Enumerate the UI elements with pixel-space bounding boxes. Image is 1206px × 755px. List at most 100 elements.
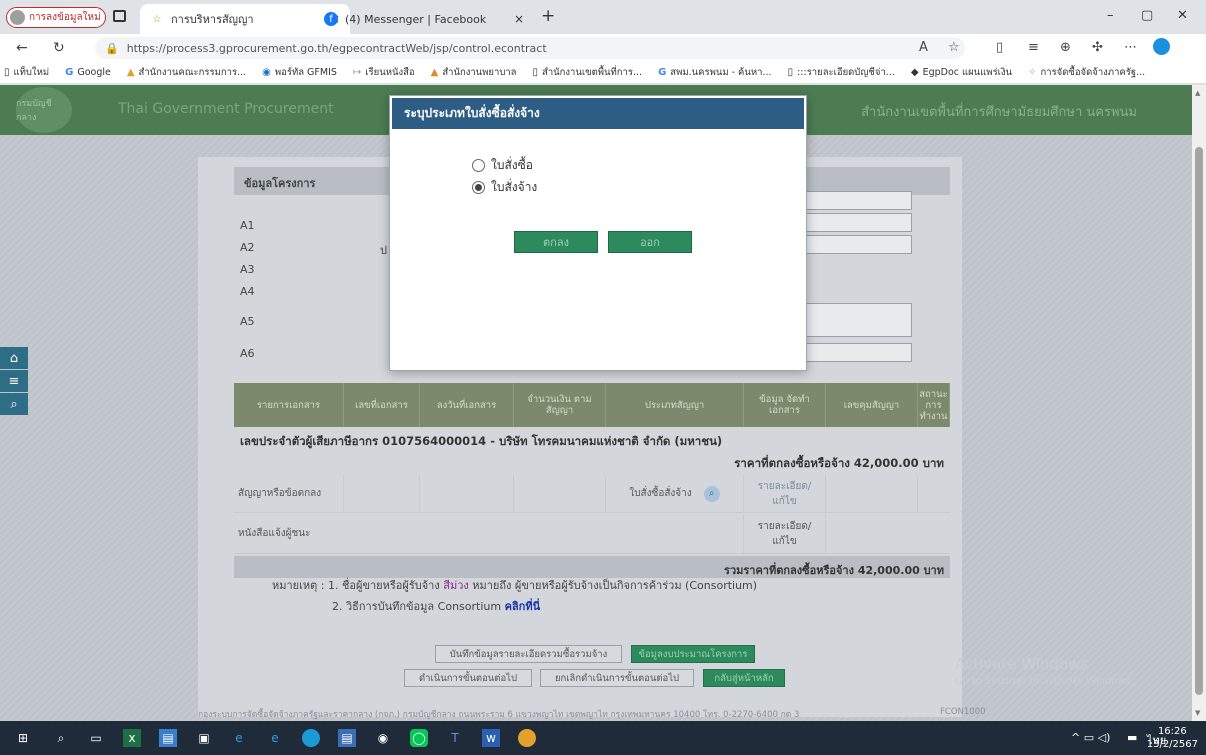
clock[interactable]: 16:26 13/2/2567 <box>1147 725 1198 751</box>
collections-icon[interactable]: ⊕ <box>1060 40 1071 55</box>
radio-hire-order[interactable]: ใบสั่งจ้าง <box>472 178 537 197</box>
chrome-icon[interactable] <box>518 729 536 747</box>
line-icon[interactable]: ◯ <box>410 729 428 747</box>
label-a2-prefix: ป <box>380 244 387 257</box>
a2-field[interactable] <box>806 235 912 254</box>
google-icon: G <box>65 67 74 78</box>
maximize-button[interactable]: ▢ <box>1141 8 1153 23</box>
read-aloud-icon[interactable]: A <box>919 40 928 55</box>
favorite-item[interactable]: ✧ การจัดซื้อจัดจ้างภาครัฐ... <box>1028 65 1145 80</box>
dialog-title: ระบุประเภทใบสั่งซื้อสั่งจ้าง <box>392 98 804 129</box>
a6-field[interactable] <box>806 343 912 362</box>
favorites-bar: ▯ แท็บใหม่ G Google ▲ สำนักงานคณะกรรมการ...… <box>0 62 1206 84</box>
gfmis-icon: ◉ <box>262 67 271 78</box>
clock-date: 13/2/2567 <box>1146 739 1198 750</box>
a5-textarea[interactable] <box>806 303 912 337</box>
details-edit-link[interactable]: รายละเอียด/แก้ไข <box>744 514 826 553</box>
favorite-item[interactable]: G Google <box>65 67 111 78</box>
favorite-item[interactable]: ▲ สำนักงานคณะกรรมการ... <box>127 65 246 80</box>
new-tab-button[interactable]: + <box>541 6 555 26</box>
close-window-button[interactable]: ✕ <box>1177 8 1188 23</box>
edge-legacy-icon[interactable]: e <box>266 729 284 747</box>
home-icon[interactable]: ⌂ <box>0 347 28 369</box>
label-a6: A6 <box>240 347 255 360</box>
favorite-item[interactable]: ▯ แท็บใหม่ <box>4 65 49 80</box>
minimize-button[interactable]: – <box>1107 8 1114 23</box>
column-header: เลขที่เอกสาร <box>344 383 420 427</box>
ok-button[interactable]: ตกลง <box>514 231 598 253</box>
refresh-icon[interactable]: ↻ <box>53 40 65 56</box>
close-tab-icon[interactable]: × <box>514 12 524 26</box>
page-scrollbar[interactable]: ▲ ▼ <box>1192 85 1206 721</box>
windows-start-icon[interactable]: ⊞ <box>14 729 32 747</box>
profile-button[interactable]: การลงข้อมูลใหม่ <box>6 7 106 28</box>
order-type-dialog: ระบุประเภทใบสั่งซื้อสั่งจ้าง ใบสั่งซื้อ … <box>389 95 807 371</box>
note-line-1: หมายเหตุ : 1. ชื่อผู้ขายหรือผู้รับจ้าง ส… <box>272 579 758 592</box>
url-text: https://process3.gprocurement.go.th/egpe… <box>126 41 547 55</box>
app-icon[interactable]: ◉ <box>374 729 392 747</box>
store-icon[interactable]: ▣ <box>195 729 213 747</box>
column-header: รายการเอกสาร <box>234 383 344 427</box>
favorite-item[interactable]: ▯ สำนักงานเขตพื้นที่การ... <box>533 65 643 80</box>
extensions-icon[interactable]: ✣ <box>1092 40 1103 55</box>
radio-purchase-order[interactable]: ใบสั่งซื้อ <box>472 156 533 175</box>
site-title: Thai Government Procurement <box>118 101 334 117</box>
vendor-line: เลขประจำตัวผู้เสียภาษีอากร 0107564000014… <box>240 434 723 448</box>
back-to-home-button[interactable]: กลับสู่หน้าหลัก <box>703 669 785 687</box>
favorite-item[interactable]: ◉ พอร์ทัล GFMIS <box>262 65 337 80</box>
favorite-item[interactable]: ◆ EgpDoc แผนแพร่เงิน <box>911 65 1012 80</box>
windows-taskbar: ⊞ ⌕ ▭ x ▤ ▣ e e ▤ ◉ ◯ T w ^ ▭ ◁) ▬ ไทย 1… <box>0 721 1206 755</box>
app-icon[interactable]: ▤ <box>338 729 356 747</box>
favorite-item[interactable]: ▲ สำนักงานพยาบาล <box>431 65 517 80</box>
browser-tab-bar: การลงข้อมูลใหม่ ☆ การบริหารสัญญา × f (4)… <box>0 0 1206 34</box>
radio-button[interactable] <box>472 159 485 172</box>
menu-icon[interactable]: ≡ <box>0 370 28 392</box>
a1b-field[interactable] <box>806 213 912 232</box>
scroll-down-icon[interactable]: ▼ <box>1195 709 1200 717</box>
app-icon[interactable]: ▤ <box>159 729 177 747</box>
details-edit-link[interactable]: รายละเอียด/แก้ไข <box>744 475 826 512</box>
favorite-item[interactable]: G สพม.นครพนม - ค้นหา... <box>658 65 772 80</box>
excel-icon[interactable]: x <box>123 729 141 747</box>
task-view-icon[interactable]: ▭ <box>87 729 105 747</box>
favorite-item[interactable]: ▯:::รายละเอียดบัญชีจ่า... <box>788 65 895 80</box>
scroll-up-icon[interactable]: ▲ <box>1195 89 1200 97</box>
radio-button-selected[interactable] <box>472 181 485 194</box>
back-icon[interactable]: ← <box>16 40 28 56</box>
budget-info-button[interactable]: ข้อมูลงบประมาณโครงการ <box>631 645 755 663</box>
column-header: ประเภทสัญญา <box>606 383 744 427</box>
scrollbar-thumb[interactable] <box>1195 147 1203 695</box>
consortium-guide-link[interactable]: คลิกที่นี่ <box>505 600 541 613</box>
page-icon: ▯ <box>4 67 10 78</box>
teams-icon[interactable]: T <box>446 729 464 747</box>
tab-messenger[interactable]: f (4) Messenger | Facebook × <box>314 4 534 34</box>
address-bar[interactable]: 🔒 https://process3.gprocurement.go.th/eg… <box>95 37 965 59</box>
ie-icon[interactable]: e <box>230 729 248 747</box>
radio-label: ใบสั่งซื้อ <box>491 158 534 172</box>
site-favicon-icon: ☆ <box>152 13 162 25</box>
tab-actions-icon[interactable] <box>113 10 126 22</box>
search-icon[interactable]: ⌕ <box>0 393 28 415</box>
notification-icon[interactable]: ▬ <box>1127 731 1137 744</box>
search-icon[interactable]: ⌕ <box>703 485 720 502</box>
favorite-item[interactable]: ↦ เรียนหนังสือ <box>353 65 415 80</box>
favorite-star-icon[interactable]: ☆ <box>948 40 960 55</box>
favorites-icon[interactable]: ≡ <box>1028 40 1039 55</box>
tray-icons[interactable]: ^ ▭ ◁) <box>1071 731 1110 744</box>
search-icon[interactable]: ⌕ <box>52 729 70 747</box>
word-icon[interactable]: w <box>482 729 500 747</box>
doc-cell: สัญญาหรือข้อตกลง <box>234 475 344 512</box>
egp-icon: ◆ <box>910 67 919 78</box>
label-a1: A1 <box>240 219 255 232</box>
avatar <box>10 10 25 25</box>
edge-icon[interactable] <box>302 729 320 747</box>
cancel-next-step-button[interactable]: ยกเลิกดำเนินการขั้นตอนต่อไป <box>540 669 694 687</box>
save-summary-button[interactable]: บันทึกข้อมูลรายละเอียดรวมซื้อรวมจ้าง <box>435 645 622 663</box>
copilot-icon[interactable] <box>1153 38 1170 55</box>
more-icon[interactable]: ⋯ <box>1124 40 1137 55</box>
exit-button[interactable]: ออก <box>608 231 692 253</box>
next-step-button[interactable]: ดำเนินการขั้นตอนต่อไป <box>404 669 532 687</box>
label-a4: A4 <box>240 285 255 298</box>
split-screen-icon[interactable]: ▯ <box>996 40 1003 55</box>
a1-field[interactable] <box>806 191 912 210</box>
